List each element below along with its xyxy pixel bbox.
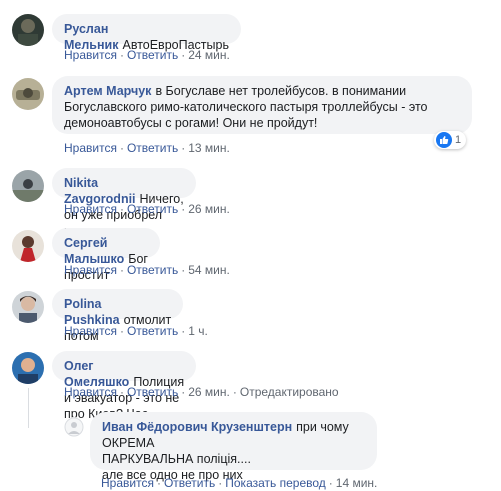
timestamp[interactable]: 26 мин. — [188, 385, 230, 399]
comment-text-line2: Богуславского римо-католического пастыря… — [64, 100, 428, 114]
like-link[interactable]: Нравится — [64, 202, 117, 216]
comment-actions: Нравится · Ответить · 24 мин. — [64, 48, 230, 62]
comment-bubble: Руслан Мельник АвтоЕвроПастырь — [52, 14, 241, 52]
reply-link[interactable]: Ответить — [164, 476, 215, 490]
reply-link[interactable]: Ответить — [127, 202, 178, 216]
author-name[interactable]: Иван Фёдорович Крузенштерн — [102, 420, 292, 434]
comment-bubble: Олег Омеляшко Полиция и эвакуатор - это н… — [52, 351, 197, 421]
comment-text-line1: в Богуславе нет тролейбусов. в понимании — [155, 84, 407, 98]
author-name[interactable]: Сергей Малышко — [64, 236, 124, 266]
comment-actions: Нравится · Ответить · 26 мин. · Отредактирован… — [64, 385, 339, 399]
translate-link[interactable]: Показать перевод — [225, 476, 326, 490]
avatar-oleg[interactable] — [12, 352, 44, 384]
comment-actions: Нравится · Ответить · 54 мин. — [64, 263, 230, 277]
like-link[interactable]: Нравится — [101, 476, 154, 490]
reply-link[interactable]: Ответить — [127, 48, 178, 62]
reply-link[interactable]: Ответить — [127, 385, 178, 399]
comment-actions: Нравится · Ответить · 1 ч. — [64, 324, 208, 338]
like-link[interactable]: Нравится — [64, 324, 117, 338]
author-name[interactable]: Артем Марчук — [64, 84, 151, 98]
reply-link[interactable]: Ответить — [127, 324, 178, 338]
reply-link[interactable]: Ответить — [127, 263, 178, 277]
reaction-count: 1 — [455, 134, 462, 146]
avatar-nikita[interactable] — [12, 170, 44, 202]
timestamp[interactable]: 1 ч. — [188, 324, 208, 338]
comment-bubble: Сергей Малышко Бог простит — [52, 228, 160, 282]
like-link[interactable]: Нравится — [64, 385, 117, 399]
timestamp[interactable]: 26 мин. — [188, 202, 230, 216]
edited-label[interactable]: Отредактировано — [240, 385, 339, 399]
comment-actions: Нравится · Ответить · 13 мин. — [64, 141, 230, 155]
timestamp[interactable]: 14 мин. — [336, 476, 378, 490]
reply-thread-line — [28, 388, 29, 428]
reply-link[interactable]: Ответить — [127, 141, 178, 155]
author-name[interactable]: Polina Pushkina — [64, 297, 120, 327]
avatar-ruslan[interactable] — [12, 14, 44, 46]
comment-actions: Нравится · Ответить · 26 мин. — [64, 202, 230, 216]
reply-actions: Нравится · Ответить · Показать перевод · 14 ми… — [101, 476, 378, 490]
reply-bubble: Иван Фёдорович Крузенштерн при чому ОКРЕМ… — [90, 412, 377, 482]
comment-bubble: Артем Марчук в Богуславе нет тролейбусов.… — [52, 76, 472, 134]
avatar-polina[interactable] — [12, 291, 44, 323]
comment-bubble: Nikita Zavgorodnii Ничего, он уже приобре… — [52, 168, 196, 238]
timestamp[interactable]: 13 мин. — [188, 141, 230, 155]
thumbs-up-icon — [436, 132, 452, 148]
like-link[interactable]: Нравится — [64, 48, 117, 62]
avatar-sergey[interactable] — [12, 230, 44, 262]
comment-text-line3: демоноавтобусы с рогами! Они не пройдут! — [64, 116, 318, 130]
avatar-ivan[interactable] — [64, 417, 84, 437]
like-link[interactable]: Нравится — [64, 263, 117, 277]
timestamp[interactable]: 24 мин. — [188, 48, 230, 62]
reply-text-line2: ПАРКУВАЛЬНА поліція.... — [102, 452, 251, 466]
reaction-badge[interactable]: 1 — [434, 131, 467, 149]
like-link[interactable]: Нравится — [64, 141, 117, 155]
avatar-artem[interactable] — [12, 78, 44, 110]
comment-bubble: Polina Pushkina отмолит потом — [52, 289, 184, 343]
timestamp[interactable]: 54 мин. — [188, 263, 230, 277]
